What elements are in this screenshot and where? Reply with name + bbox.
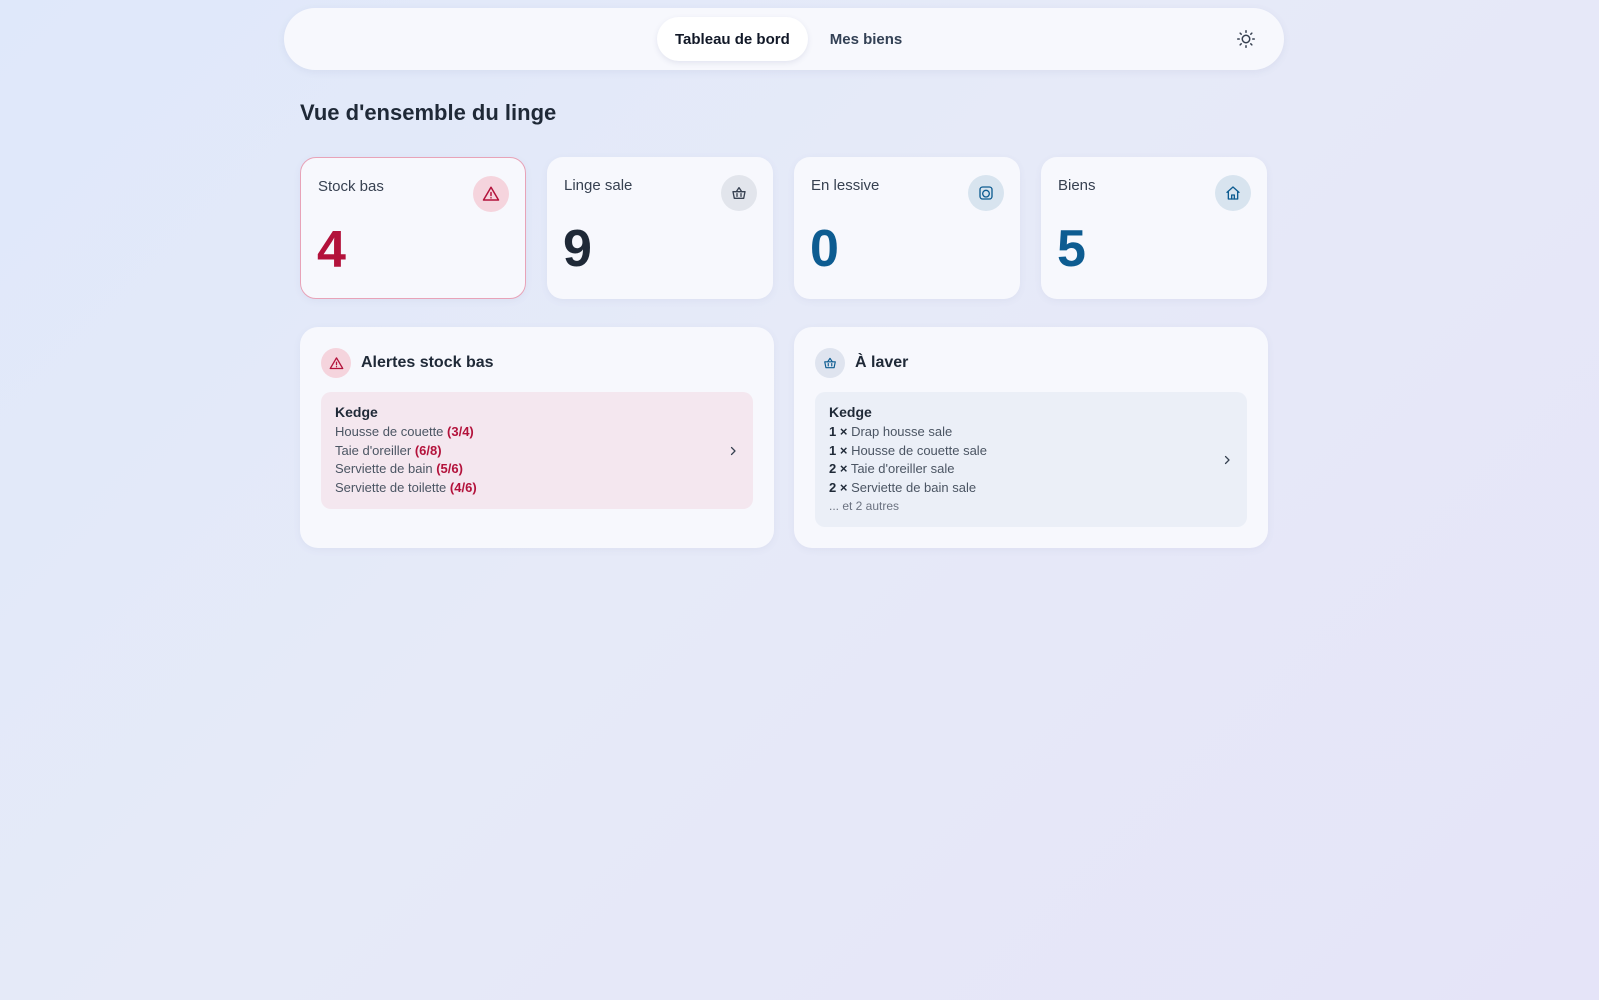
panel-title: À laver — [855, 354, 909, 371]
stat-card-low-stock[interactable]: Stock bas 4 — [300, 157, 526, 299]
tab-my-properties[interactable]: Mes biens — [812, 17, 921, 61]
sun-icon — [1237, 30, 1255, 48]
list-item: Serviette de bain (5/6) — [335, 461, 463, 476]
stat-card-properties[interactable]: Biens 5 — [1041, 157, 1267, 299]
washing-machine-icon — [968, 175, 1004, 211]
panel-header: À laver — [815, 348, 908, 378]
list-item: Taie d'oreiller (6/8) — [335, 442, 442, 458]
home-icon — [1215, 175, 1251, 211]
stat-label: En lessive — [811, 177, 880, 194]
list-item: Housse de couette (3/4) — [335, 424, 474, 439]
list-item: 2 × Taie d'oreiller sale — [829, 461, 955, 476]
tab-dashboard[interactable]: Tableau de bord — [657, 17, 808, 61]
property-group-kedge[interactable]: Kedge Housse de couette (3/4) Taie d'ore… — [321, 392, 753, 509]
panel-header: Alertes stock bas — [321, 348, 494, 378]
basket-icon — [721, 175, 757, 211]
alert-triangle-icon — [473, 176, 509, 212]
list-item: Serviette de toilette (4/6) — [335, 479, 477, 495]
to-wash-panel: À laver Kedge 1 × Drap housse sale 1 × H… — [794, 327, 1268, 548]
stat-value: 4 — [317, 221, 346, 279]
stat-value: 9 — [563, 220, 592, 278]
stat-label: Linge sale — [564, 177, 633, 194]
stat-label: Stock bas — [318, 178, 384, 195]
stat-value: 5 — [1057, 220, 1086, 278]
list-item: 1 × Housse de couette sale — [829, 442, 987, 458]
property-name: Kedge — [829, 404, 872, 420]
low-stock-alerts-panel: Alertes stock bas Kedge Housse de couett… — [300, 327, 774, 548]
list-item: 1 × Drap housse sale — [829, 424, 953, 439]
theme-toggle-button[interactable] — [1234, 27, 1258, 51]
panel-title: Alertes stock bas — [361, 354, 494, 371]
list-item: 2 × Serviette de bain sale — [829, 479, 977, 495]
stat-value: 0 — [810, 220, 839, 278]
alert-triangle-icon — [321, 348, 351, 378]
page-title: Vue d'ensemble du linge — [300, 100, 557, 125]
property-name: Kedge — [335, 404, 378, 420]
more-items-note: ... et 2 autres — [829, 499, 900, 513]
stat-card-in-laundry[interactable]: En lessive 0 — [794, 157, 1020, 299]
nav-tabs: Tableau de bord Mes biens — [657, 17, 920, 61]
stat-card-dirty-linen[interactable]: Linge sale 9 — [547, 157, 773, 299]
stat-label: Biens — [1058, 177, 1096, 194]
chevron-right-icon — [1224, 455, 1230, 464]
basket-icon — [815, 348, 845, 378]
top-navigation-bar: Tableau de bord Mes biens — [284, 8, 1284, 70]
property-group-kedge[interactable]: Kedge 1 × Drap housse sale 1 × Housse de… — [815, 392, 1247, 527]
chevron-right-icon — [730, 446, 736, 455]
